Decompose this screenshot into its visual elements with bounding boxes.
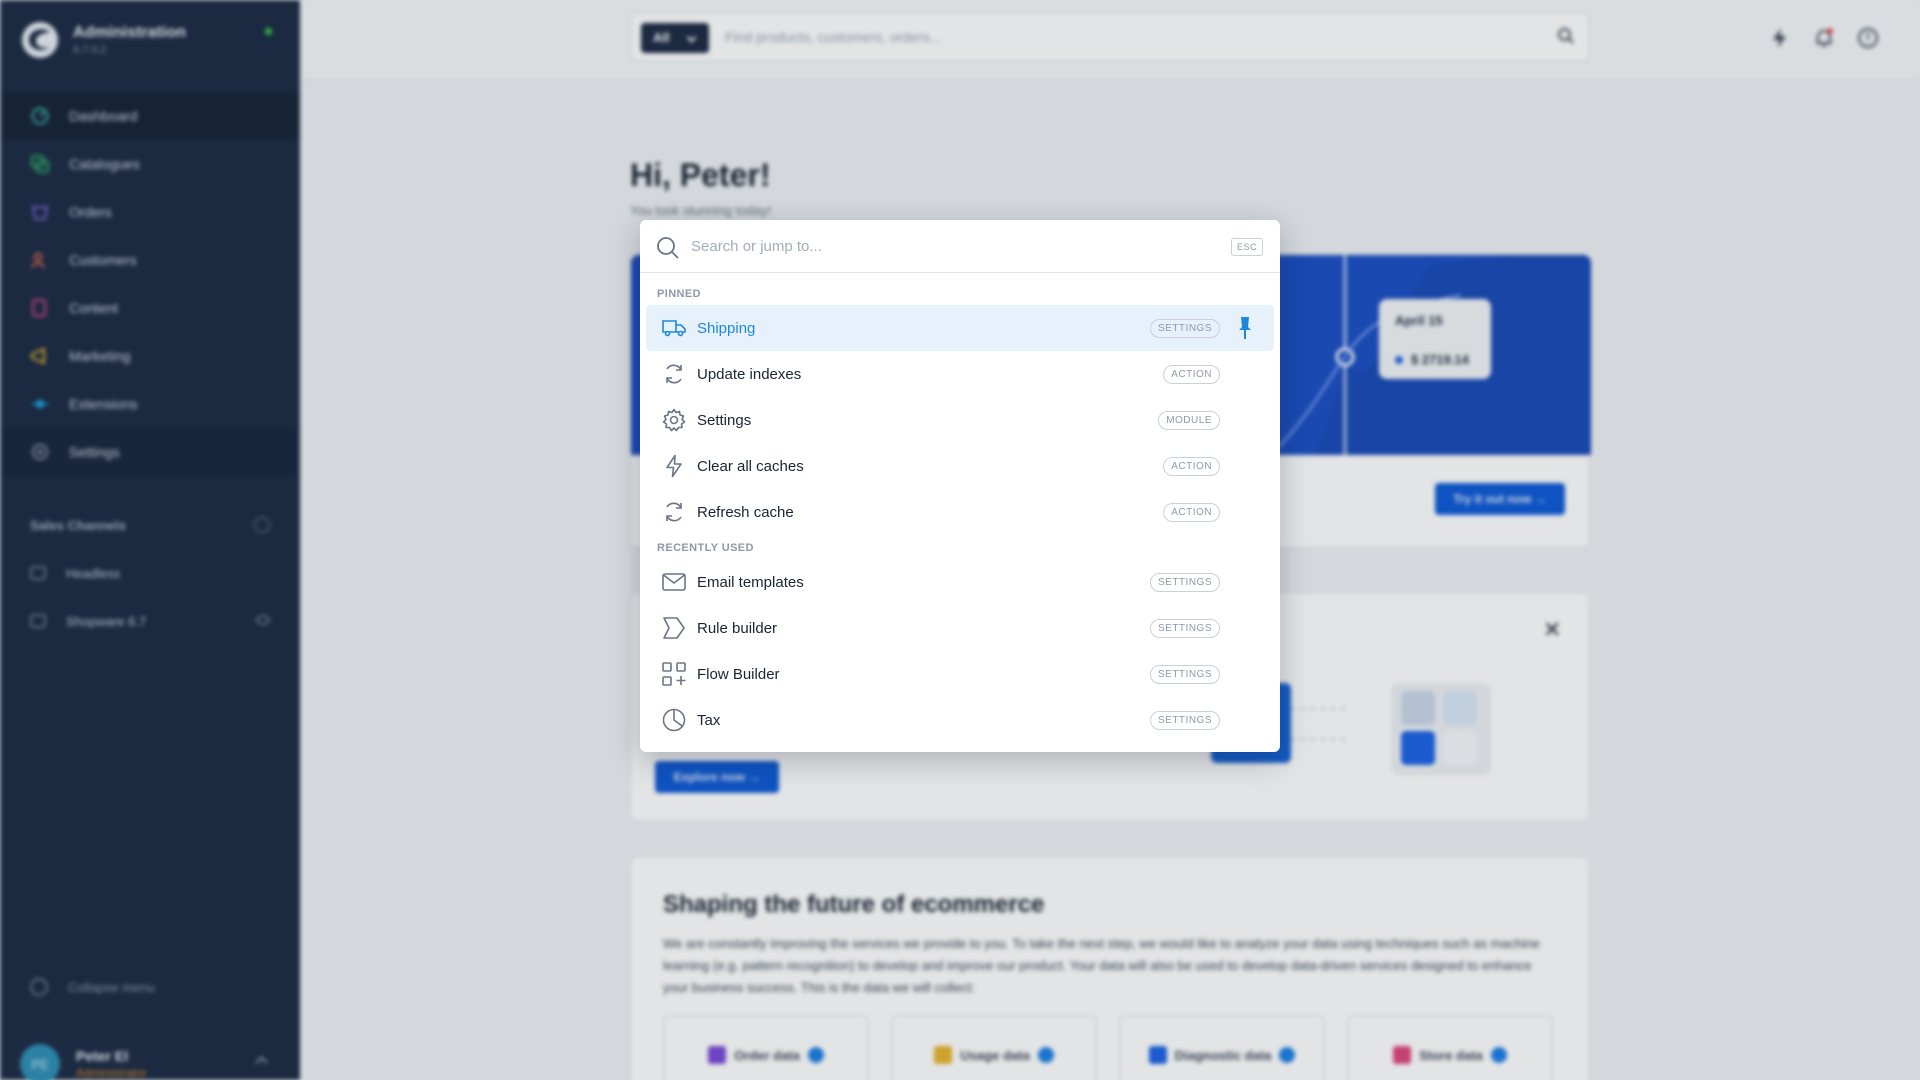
palette-item-tag: SETTINGS: [1149, 573, 1220, 592]
palette-item-settings[interactable]: Settings MODULE: [646, 397, 1274, 443]
recent-group-label: RECENTLY USED: [657, 542, 754, 554]
gear-icon: [662, 408, 686, 432]
truck-icon: [662, 320, 686, 337]
palette-item-label: Tax: [697, 712, 721, 729]
esc-key-badge[interactable]: ESC: [1230, 238, 1263, 256]
palette-item-label: Shipping: [697, 320, 756, 337]
palette-item-tax[interactable]: Tax SETTINGS: [646, 697, 1274, 743]
palette-item-tag: ACTION: [1163, 457, 1220, 476]
palette-item-clear-all-caches[interactable]: Clear all caches ACTION: [646, 443, 1274, 489]
palette-item-shipping[interactable]: Shipping SETTINGS: [646, 305, 1274, 351]
palette-item-tag: SETTINGS: [1149, 319, 1220, 338]
palette-item-label: Refresh cache: [697, 504, 794, 521]
palette-item-tag: ACTION: [1163, 365, 1220, 384]
palette-item-label: Update indexes: [697, 366, 802, 383]
palette-item-flow-builder[interactable]: Flow Builder SETTINGS: [646, 651, 1274, 697]
palette-item-tag: SETTINGS: [1149, 665, 1220, 684]
refresh-icon: [666, 364, 682, 384]
palette-item-email-templates[interactable]: Email templates SETTINGS: [646, 559, 1274, 605]
lightning-icon: [666, 454, 682, 478]
palette-item-label: Rule builder: [697, 620, 778, 637]
refresh-icon: [666, 502, 682, 522]
palette-item-rule-builder[interactable]: Rule builder SETTINGS: [646, 605, 1274, 651]
palette-search-bar: ESC: [640, 220, 1280, 273]
palette-item-update-indexes[interactable]: Update indexes ACTION: [646, 351, 1274, 397]
palette-item-refresh-cache[interactable]: Refresh cache ACTION: [646, 489, 1274, 535]
palette-item-tag: SETTINGS: [1149, 711, 1220, 730]
envelope-icon: [662, 573, 686, 591]
palette-item-tag: ACTION: [1163, 503, 1220, 522]
palette-search-input[interactable]: [691, 234, 1191, 258]
command-palette: ESC PINNED Shipping SETTINGS Update inde…: [640, 220, 1280, 752]
pinned-group-label: PINNED: [657, 288, 701, 300]
rule-icon: [663, 617, 685, 639]
palette-item-label: Clear all caches: [697, 458, 804, 475]
flow-icon: [662, 662, 686, 686]
palette-item-tag: SETTINGS: [1149, 619, 1220, 638]
pin-icon[interactable]: [1238, 316, 1252, 340]
search-icon: [657, 237, 679, 259]
pie-icon: [662, 708, 686, 732]
palette-item-label: Email templates: [697, 574, 804, 591]
palette-item-tag: MODULE: [1158, 411, 1220, 430]
palette-item-label: Flow Builder: [697, 666, 780, 683]
palette-item-label: Settings: [697, 412, 752, 429]
